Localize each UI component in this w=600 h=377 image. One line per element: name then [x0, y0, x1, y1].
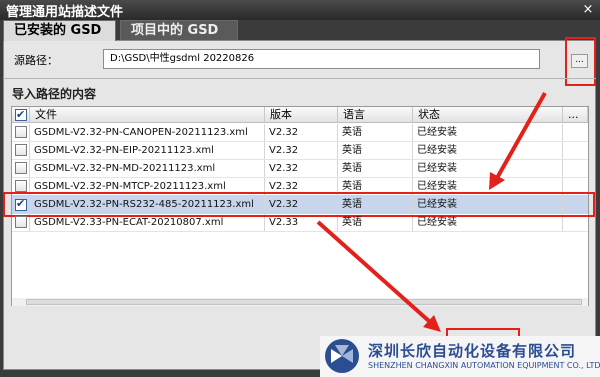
arrow-to-install	[316, 220, 432, 324]
annotation-arrows	[316, 92, 547, 332]
tab-installed-gsd[interactable]: 已安装的 GSD	[3, 20, 116, 41]
arrow-to-row	[495, 92, 547, 179]
company-logo-icon	[325, 339, 359, 373]
watermark-company-en: SHENZHEN CHANGXIN AUTOMATION EQUIPMENT C…	[368, 361, 600, 370]
watermark-company-cn: 深圳长欣自动化设备有限公司	[368, 342, 577, 360]
